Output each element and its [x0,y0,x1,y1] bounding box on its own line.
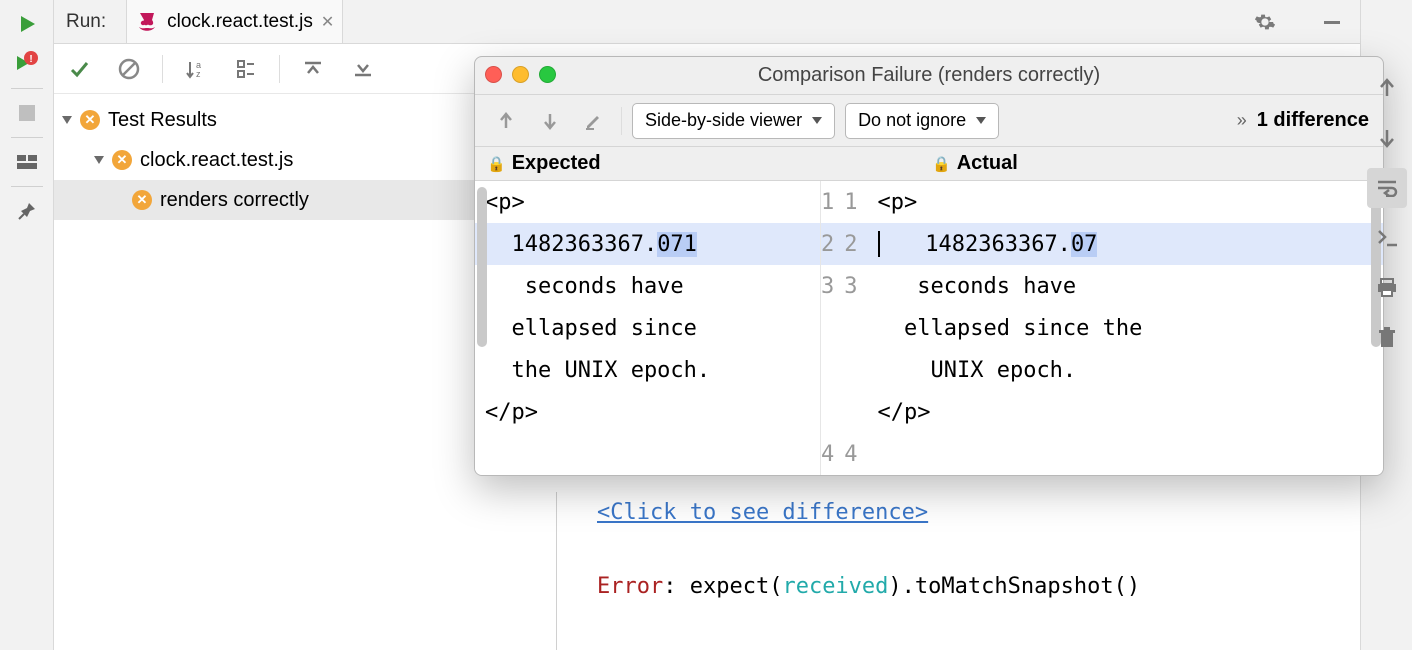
print-button[interactable] [1367,268,1407,308]
code-line: ellapsed since [475,307,820,349]
pin-button[interactable] [7,191,47,231]
gear-icon [1254,11,1276,33]
dialog-title: Comparison Failure (renders correctly) [758,64,1100,87]
layout-button[interactable] [7,142,47,182]
dialog-titlebar[interactable]: Comparison Failure (renders correctly) [475,57,1383,95]
expand-all-button[interactable] [229,52,263,86]
code-line: seconds have [475,265,820,307]
viewer-mode-dropdown[interactable]: Side-by-side viewer [632,103,835,139]
status-failed-icon: ✕ [132,190,152,210]
run-label: Run: [64,11,116,33]
run-button[interactable] [7,4,47,44]
run-tab-bar: Run: clock.react.test.js ✕ [54,0,1360,44]
expected-pane[interactable]: <p> 1482363367.071 seconds have ellapsed… [475,181,820,475]
console-text: ).toMatchSnapshot() [888,574,1140,599]
code-line: UNIX epoch. [868,349,1384,391]
code-line: seconds have [868,265,1384,307]
chevron-down-icon [94,156,104,164]
diff-body: <p> 1482363367.071 seconds have ellapsed… [475,181,1383,475]
gutter-right: 1 2 3 4 [844,181,867,475]
status-failed-icon: ✕ [112,150,132,170]
diff-headers: 🔒 Expected 🔒 Actual [475,147,1383,181]
chevron-down-icon [976,117,986,124]
scroll-to-end-button[interactable] [1367,218,1407,258]
code-line: 1482363367.071 [475,223,820,265]
code-line: </p> [868,391,1384,433]
ignore-mode-label: Do not ignore [858,110,966,131]
lock-icon: 🔒 [932,155,951,173]
lock-icon: 🔒 [487,155,506,173]
show-ignored-toggle[interactable] [112,52,146,86]
tree-test-label: renders correctly [160,189,309,212]
code-line: 1482363367.07 [868,223,1384,265]
code-line: <p> [475,181,820,223]
console-output: <Click to see difference> Error: expect(… [556,492,1360,650]
scroll-up-button[interactable] [1367,68,1407,108]
viewer-mode-label: Side-by-side viewer [645,110,802,131]
see-difference-link[interactable]: <Click to see difference> [597,500,928,525]
scrollbar[interactable] [477,187,487,347]
jest-icon [135,10,159,34]
tree-suite-label: clock.react.test.js [140,149,293,172]
code-line: the UNIX epoch. [475,349,820,391]
code-line: ellapsed since the [868,307,1384,349]
window-controls [485,66,556,83]
actual-pane[interactable]: <p> 1482363367.07 seconds have ellapsed … [868,181,1384,475]
code-line: </p> [475,391,820,433]
rerun-failed-button[interactable]: ! [7,44,47,84]
tree-root-label: Test Results [108,109,217,132]
edit-button[interactable] [577,104,611,138]
gutter-left: 1 2 3 4 [820,181,844,475]
window-zoom-button[interactable] [539,66,556,83]
stop-button[interactable] [7,93,47,133]
more-icon[interactable]: » [1237,110,1247,131]
code-line: <p> [868,181,1384,223]
svg-text:!: ! [29,54,32,65]
actual-header: Actual [957,152,1018,175]
sort-button[interactable]: az [179,52,213,86]
collapse-up-button[interactable] [296,52,330,86]
delete-button[interactable] [1367,318,1407,358]
console-text: : expect( [663,574,782,599]
settings-button[interactable] [1236,11,1294,33]
cursor [878,231,880,257]
run-config-tab-label: clock.react.test.js [167,11,313,33]
chevron-down-icon [812,117,822,124]
show-passed-toggle[interactable] [62,52,96,86]
scroll-down-button[interactable] [1367,118,1407,158]
run-config-tab[interactable]: clock.react.test.js ✕ [126,0,343,43]
soft-wrap-button[interactable] [1367,168,1407,208]
expected-header: Expected [512,152,601,175]
hide-button[interactable] [1304,12,1360,32]
minimize-icon [1322,12,1342,32]
dialog-toolbar: Side-by-side viewer Do not ignore » 1 di… [475,95,1383,147]
prev-diff-button[interactable] [489,104,523,138]
collapse-down-button[interactable] [346,52,380,86]
next-diff-button[interactable] [533,104,567,138]
console-received: received [782,574,888,599]
right-action-bar [1360,0,1412,650]
window-close-button[interactable] [485,66,502,83]
console-error-prefix: Error [597,574,663,599]
comparison-failure-dialog: Comparison Failure (renders correctly) S… [474,56,1384,476]
ignore-mode-dropdown[interactable]: Do not ignore [845,103,999,139]
close-icon[interactable]: ✕ [321,12,334,32]
window-minimize-button[interactable] [512,66,529,83]
diff-count: 1 difference [1257,109,1369,132]
left-action-bar: ! [0,0,54,650]
chevron-down-icon [62,116,72,124]
status-failed-icon: ✕ [80,110,100,130]
svg-text:z: z [196,69,201,79]
